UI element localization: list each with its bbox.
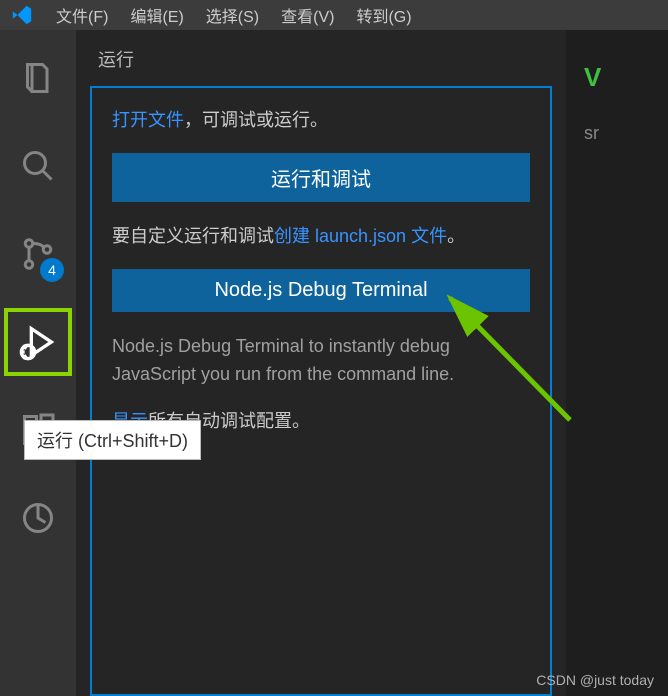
menu-view[interactable]: 查看(V) [271,0,344,31]
source-control-icon[interactable]: 4 [8,224,68,284]
misc-circle-icon[interactable] [8,488,68,548]
menu-go[interactable]: 转到(G) [346,0,421,31]
open-file-link[interactable]: 打开文件 [112,110,184,130]
menu-file[interactable]: 文件(F) [46,0,118,31]
search-icon[interactable] [8,136,68,196]
node-desc: Node.js Debug Terminal to instantly debu… [112,332,530,390]
editor-edge: V sr [566,30,668,696]
sidebar-title: 运行 [76,30,566,86]
menu-edit[interactable]: 编辑(E) [120,0,193,31]
watermark: CSDN @just today [536,672,654,688]
run-sidebar: 运行 打开文件，可调试或运行。 运行和调试 要自定义运行和调试创建 launch… [76,30,566,696]
customize-prefix: 要自定义运行和调试 [112,226,274,246]
node-debug-terminal-button[interactable]: Node.js Debug Terminal [112,269,530,312]
menu-select[interactable]: 选择(S) [196,0,269,31]
run-tooltip: 运行 (Ctrl+Shift+D) [24,420,201,460]
run-debug-icon[interactable] [8,312,68,372]
activity-bar: 4 [0,30,76,696]
src-label: sr [584,123,668,144]
run-panel: 打开文件，可调试或运行。 运行和调试 要自定义运行和调试创建 launch.js… [90,86,552,696]
open-file-line: 打开文件，可调试或运行。 [112,106,530,135]
vue-logo-icon: V [584,62,668,93]
explorer-icon[interactable] [8,48,68,108]
open-file-suffix: ，可调试或运行。 [184,110,328,130]
run-and-debug-button[interactable]: 运行和调试 [112,153,530,202]
customize-line: 要自定义运行和调试创建 launch.json 文件。 [112,222,530,251]
create-launch-json-link[interactable]: 创建 launch.json 文件 [274,226,447,246]
vscode-logo-icon [8,1,36,29]
menubar: 文件(F) 编辑(E) 选择(S) 查看(V) 转到(G) [0,0,668,30]
scm-badge: 4 [40,258,64,282]
customize-suffix: 。 [447,226,465,246]
